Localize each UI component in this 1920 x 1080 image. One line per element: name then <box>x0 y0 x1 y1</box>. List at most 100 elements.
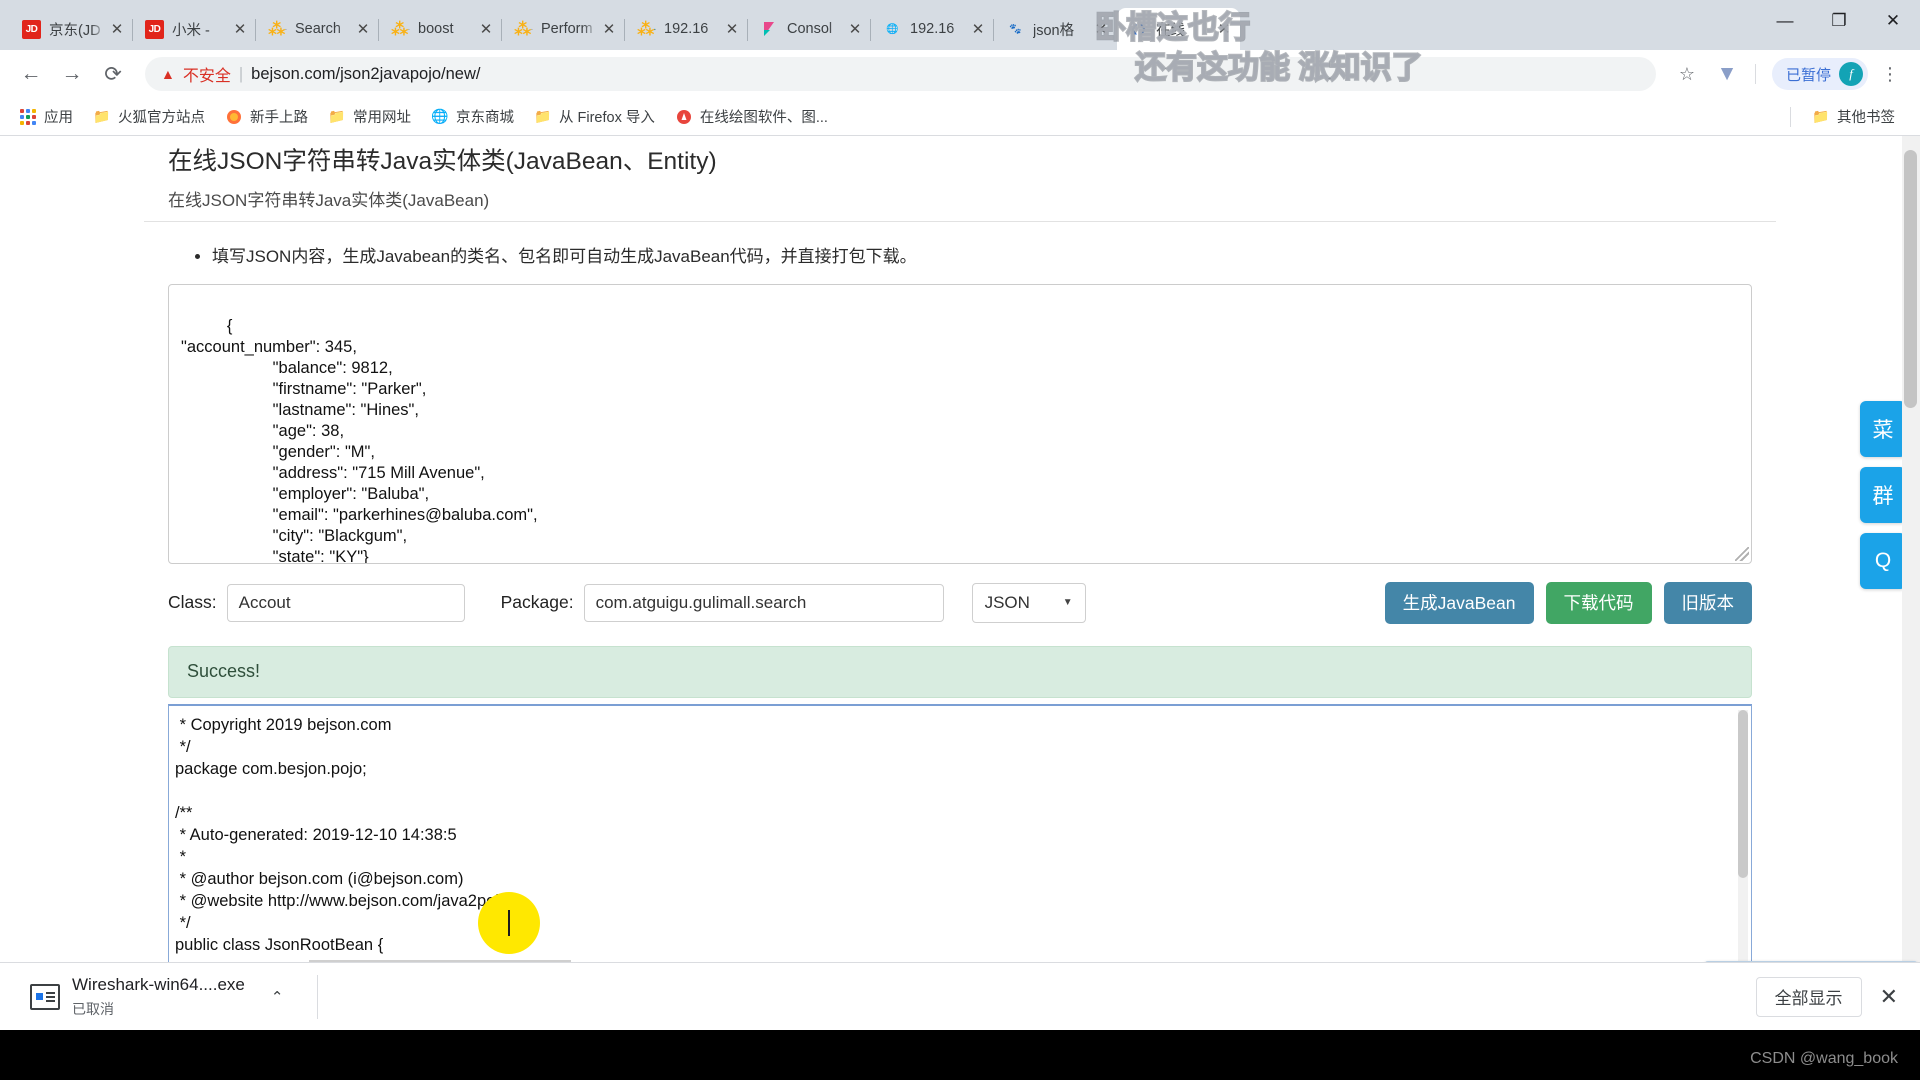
address-bar[interactable]: ▲ 不安全 | bejson.com/json2javapojo/new/ <box>145 57 1656 91</box>
generate-javabean-button[interactable]: 生成JavaBean <box>1384 581 1534 624</box>
close-tab-icon[interactable]: ✕ <box>968 20 988 38</box>
code-line: public class JsonRootBean { <box>175 935 384 954</box>
generated-code-output[interactable]: * Copyright 2019 bejson.com */ package co… <box>168 703 1752 969</box>
folder-icon: 📁 <box>1812 108 1830 124</box>
download-code-button[interactable]: 下载代码 <box>1545 581 1652 624</box>
browser-tab-title: Perform <box>541 21 593 37</box>
chevron-down-icon: ▼ <box>1062 597 1073 608</box>
bookmark-label: 应用 <box>44 110 73 126</box>
bookmark-label: 火狐官方站点 <box>118 110 205 126</box>
close-tab-icon[interactable]: ✕ <box>722 20 742 38</box>
bookmark-item[interactable]: 在线绘图软件、图... <box>666 102 837 131</box>
close-tab-icon[interactable]: ✕ <box>476 20 496 38</box>
browser-tab[interactable]: 192.16 ✕ <box>625 8 748 50</box>
close-tab-icon[interactable]: ✕ <box>1214 20 1234 38</box>
bookmark-label: 常用网址 <box>353 110 411 126</box>
browser-tab[interactable]: 🌐 192.16 ✕ <box>871 8 994 50</box>
rail-group-button[interactable]: 群 <box>1860 467 1906 523</box>
package-input[interactable]: com.atguigu.gulimall.search <box>583 583 944 622</box>
apps-grid-icon <box>19 108 37 126</box>
bookmark-star-icon[interactable]: ☆ <box>1669 56 1705 92</box>
textarea-resize-handle[interactable] <box>1735 546 1749 561</box>
toolbar-right-group: ☆ ▼ 已暂停 f ⋮ <box>1669 56 1908 92</box>
bookmark-other-bookmarks[interactable]: 📁 其他书签 <box>1803 102 1904 131</box>
browser-tab-title: 在线 <box>1156 22 1185 39</box>
web-page: 在线JSON字符串转Java实体类(JavaBean、Entity) 在线JSO… <box>0 136 1920 988</box>
browser-tab[interactable]: ❮❯ 在线 ✕ <box>1117 8 1240 50</box>
download-shelf: Wireshark-win64....exe 已取消 ⌃ 全部显示 ✕ <box>0 962 1920 1030</box>
browser-tab[interactable]: Search ✕ <box>256 8 379 50</box>
browser-tab[interactable]: 🐾 json格 ✕ <box>994 8 1117 50</box>
bookmarks-divider <box>1790 106 1791 127</box>
url-text[interactable]: bejson.com/json2javapojo/new/ <box>251 65 480 84</box>
bookmark-item[interactable]: 新手上路 <box>216 102 317 131</box>
jd-favicon: JD <box>22 19 41 39</box>
elasticsearch-favicon <box>268 20 287 39</box>
folder-icon: 📁 <box>93 108 111 124</box>
bookmark-label: 从 Firefox 导入 <box>559 110 655 126</box>
browser-tab[interactable]: JD 京东(JD ✕ <box>10 8 133 50</box>
diagram-icon <box>675 108 693 126</box>
code-line: * Copyright 2019 bejson.com <box>175 715 392 734</box>
code-scrollbar[interactable] <box>1738 709 1748 964</box>
show-all-downloads-button[interactable]: 全部显示 <box>1755 976 1862 1017</box>
bookmark-item[interactable]: 📁 从 Firefox 导入 <box>525 102 664 131</box>
code-line: /** <box>175 803 193 822</box>
shelf-divider <box>317 974 319 1019</box>
bookmark-item[interactable]: 📁 常用网址 <box>319 102 420 131</box>
rail-menu-button[interactable]: 菜 <box>1860 401 1906 457</box>
browser-tab-title: Consol <box>787 21 833 37</box>
close-window-button[interactable]: ✕ <box>1866 0 1920 42</box>
bookmark-item[interactable]: 应用 <box>10 102 82 131</box>
bookmark-item[interactable]: 🌐 京东商城 <box>422 102 523 131</box>
vpn-chevron-icon[interactable]: ▼ <box>1709 56 1745 92</box>
floating-rail: 菜群Q <box>1860 401 1906 589</box>
three-dot-menu-icon[interactable]: ⋮ <box>1872 56 1908 92</box>
browser-tab[interactable]: Perform ✕ <box>502 8 625 50</box>
browser-tab[interactable]: JD 小米 - ✕ <box>133 8 256 50</box>
status-text: Success! <box>187 661 261 681</box>
globe-favicon: 🌐 <box>886 23 899 35</box>
close-tab-icon[interactable]: ✕ <box>1091 20 1111 38</box>
class-label: Class: <box>168 592 217 612</box>
reload-button[interactable]: ⟳ <box>94 55 132 93</box>
server-favicon <box>637 20 656 39</box>
bookmark-item[interactable]: 📁 火狐官方站点 <box>84 102 214 131</box>
class-input[interactable]: Accout <box>226 583 465 622</box>
page-scrollbar[interactable] <box>1902 136 1920 988</box>
close-shelf-button[interactable]: ✕ <box>1880 984 1904 1010</box>
download-item[interactable]: Wireshark-win64....exe 已取消 ⌃ <box>16 974 319 1019</box>
back-button[interactable]: ← <box>12 55 50 93</box>
close-tab-icon[interactable]: ✕ <box>599 20 619 38</box>
close-tab-icon[interactable]: ✕ <box>230 20 250 38</box>
code-favicon: ❮❯ <box>1130 23 1147 35</box>
insecure-label: 不安全 <box>182 68 231 85</box>
old-version-button[interactable]: 旧版本 <box>1663 581 1752 624</box>
close-tab-icon[interactable]: ✕ <box>353 20 373 38</box>
folder-icon: 📁 <box>534 108 552 124</box>
browser-tab[interactable]: Consol ✕ <box>748 8 871 50</box>
profile-status-pill[interactable]: 已暂停 f <box>1771 58 1868 90</box>
bookmark-label: 在线绘图软件、图... <box>699 110 828 126</box>
download-menu-caret-icon[interactable]: ⌃ <box>257 988 298 1006</box>
close-tab-icon[interactable]: ✕ <box>107 20 127 38</box>
class-input-value: Accout <box>238 592 291 612</box>
csdn-watermark: CSDN @wang_book <box>1750 1050 1898 1067</box>
minimize-button[interactable]: — <box>1758 0 1812 42</box>
close-tab-icon[interactable]: ✕ <box>845 20 865 38</box>
page-scrollbar-thumb[interactable] <box>1904 150 1917 408</box>
kibana-favicon <box>760 20 779 39</box>
json-input-textarea[interactable]: { "account_number": 345, "balance": 9812… <box>168 283 1752 564</box>
format-select[interactable]: JSON ▼ <box>971 582 1086 623</box>
code-line: * <box>175 847 187 866</box>
browser-tab[interactable]: boost ✕ <box>379 8 502 50</box>
rail-qq-button[interactable]: Q <box>1860 533 1906 589</box>
forward-button[interactable]: → <box>53 55 91 93</box>
browser-tab-title: 京东(JD <box>49 22 101 39</box>
maximize-button[interactable]: ❐ <box>1812 0 1866 42</box>
code-line: package com.besjon.pojo; <box>175 759 367 778</box>
baidu-favicon: 🐾 <box>1009 23 1022 35</box>
page-viewport: 在线JSON字符串转Java实体类(JavaBean、Entity) 在线JSO… <box>0 136 1920 988</box>
browser-tab-title: boost <box>418 21 454 37</box>
